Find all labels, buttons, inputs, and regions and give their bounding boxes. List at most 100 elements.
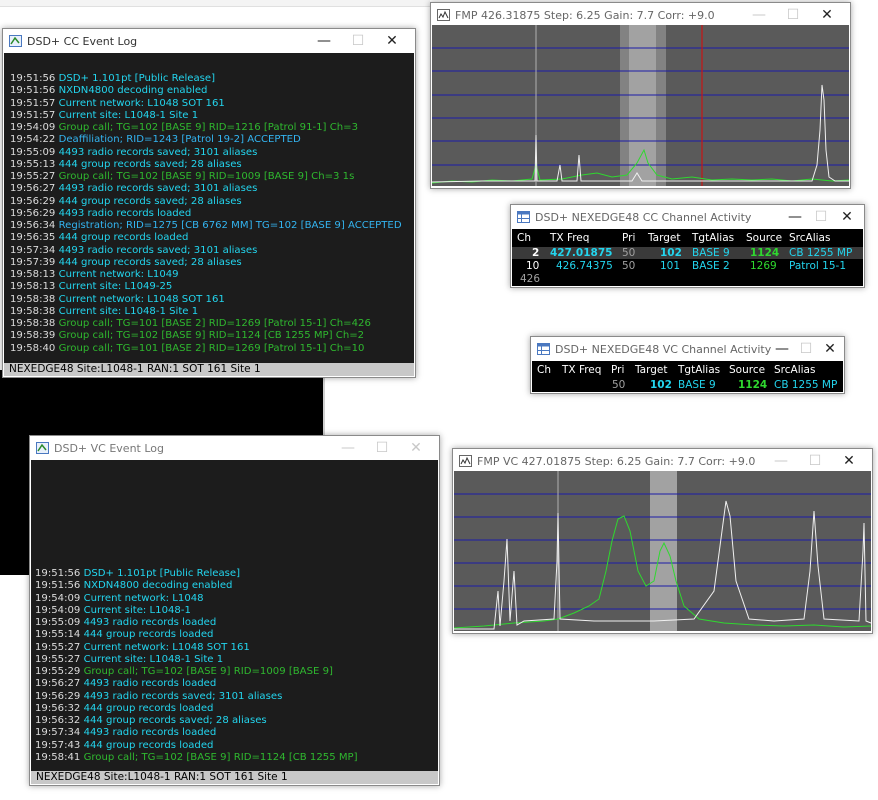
cc-event-log-window[interactable]: DSD+ CC Event Log — ☐ ✕ 19:51:56 DSD+ 1.10…	[2, 28, 416, 378]
cell-tx-freq: 427.01875	[550, 247, 613, 259]
minimize-button[interactable]: —	[770, 339, 794, 359]
maximize-button[interactable]: ☐	[776, 5, 810, 25]
log-timestamp: 19:55:13	[10, 158, 56, 170]
log-message: 4493 radio records loaded	[58, 207, 192, 219]
log-line: 19:54:09 Current network: L1048	[35, 593, 438, 605]
vc-channel-activity-window[interactable]: DSD+ NEXEDGE48 VC Channel Activity — ☐ ✕ C…	[530, 336, 845, 394]
table-row[interactable]: 426	[512, 273, 863, 285]
log-line: 19:58:13 Current network: L1049	[10, 269, 414, 281]
log-line: 19:58:38 Group call; TG=101 [BASE 2] RID…	[10, 318, 414, 330]
cell-target: 102	[660, 247, 682, 259]
log-message: Group call; TG=102 [BASE 9] RID=1124 [CB…	[58, 330, 365, 342]
log-message: Deaffiliation; RID=1243 [Patrol 19-2] AC…	[58, 134, 301, 146]
background-console	[0, 370, 31, 575]
app-icon	[36, 442, 49, 454]
log-timestamp: 19:51:57	[10, 97, 56, 109]
fmp-vc-titlebar[interactable]: FMP VC 427.01875 Step: 6.25 Gain: 7.7 Co…	[453, 449, 872, 473]
log-timestamp: 19:56:29	[10, 195, 56, 207]
col-pri: Pri	[622, 232, 636, 244]
cell-tgtalias: BASE 9	[678, 379, 716, 391]
log-timestamp: 19:55:29	[35, 666, 81, 677]
log-line: 19:51:57 Current network: L1048 SOT 161	[10, 98, 414, 110]
cell-ch: 2	[532, 247, 540, 259]
log-message: 4493 radio records saved; 3101 aliases	[58, 244, 258, 256]
log-timestamp: 19:56:29	[10, 207, 56, 219]
table-header: Ch TX Freq Pri Target TgtAlias Source Sr…	[532, 364, 843, 376]
maximize-button[interactable]: ☐	[808, 207, 834, 227]
log-message: 4493 radio records saved; 3101 aliases	[58, 146, 258, 158]
maximize-button[interactable]: ☐	[341, 31, 375, 51]
col-tx-freq: TX Freq	[550, 232, 590, 244]
col-srcalias: SrcAlias	[789, 232, 831, 244]
log-line: 19:56:27 4493 radio records loaded	[35, 678, 438, 690]
log-line: 19:51:56 NXDN4800 decoding enabled	[10, 85, 414, 97]
log-message: 4493 radio records loaded	[83, 678, 217, 690]
cc-event-log-titlebar[interactable]: DSD+ CC Event Log — ☐ ✕	[3, 29, 415, 53]
log-timestamp: 19:58:41	[35, 751, 81, 763]
minimize-button[interactable]: —	[782, 207, 808, 227]
close-button[interactable]: ✕	[810, 5, 844, 25]
log-timestamp: 19:51:56	[35, 580, 81, 592]
minimize-button[interactable]: —	[331, 438, 365, 458]
maximize-button[interactable]: ☐	[794, 339, 818, 359]
log-timestamp: 19:55:09	[10, 146, 56, 158]
vc-event-log-body: 19:51:56 DSD+ 1.101pt [Public Release] 19…	[31, 460, 438, 771]
log-timestamp: 19:56:35	[10, 232, 56, 244]
log-line: 19:55:27 Current network: L1048 SOT 161	[35, 642, 438, 654]
fmp-cc-window[interactable]: FMP 426.31875 Step: 6.25 Gain: 7.7 Corr:…	[430, 2, 851, 189]
log-line: 19:51:57 Current site: L1048-1 Site 1	[10, 110, 414, 122]
log-timestamp: 19:51:57	[10, 109, 56, 121]
log-line: 19:55:27 Current site: L1048-1 Site 1	[35, 654, 438, 666]
log-timestamp: 19:55:27	[35, 641, 81, 653]
close-button[interactable]: ✕	[818, 339, 842, 359]
log-message: Current site: L1048-1 Site 1	[83, 653, 224, 665]
grid-icon	[517, 211, 530, 223]
col-pri: Pri	[611, 364, 625, 376]
log-message: Registration; RID=1275 [CB 6762 MM] TG=1…	[58, 220, 402, 231]
vc-event-log-window[interactable]: DSD+ VC Event Log — ☐ ✕ 19:51:56 DSD+ 1.10…	[29, 435, 440, 786]
table-row[interactable]: 50 102 BASE 9 1124 CB 1255 MP	[532, 379, 843, 391]
minimize-button[interactable]: —	[764, 451, 798, 471]
log-line: 19:57:34 4493 radio records loaded	[35, 727, 438, 739]
log-message: DSD+ 1.101pt [Public Release]	[83, 568, 241, 579]
status-bar: NEXEDGE48 Site:L1048-1 RAN:1 SOT 161 Sit…	[4, 363, 414, 376]
log-line: 19:56:29 4493 radio records saved; 3101 …	[35, 691, 438, 703]
log-line: 19:54:09 Current site: L1048-1	[35, 605, 438, 617]
log-line: 19:55:09 4493 radio records saved; 3101 …	[10, 147, 414, 159]
log-line: 19:54:09 Group call; TG=102 [BASE 9] RID…	[10, 122, 414, 134]
maximize-button[interactable]: ☐	[365, 438, 399, 458]
minimize-button[interactable]: —	[307, 31, 341, 51]
cc-channel-activity-window[interactable]: DSD+ NEXEDGE48 CC Channel Activity — ☐ ✕ C…	[510, 204, 865, 288]
log-timestamp: 19:55:09	[35, 617, 81, 628]
minimize-button[interactable]: —	[742, 5, 776, 25]
table-row[interactable]: 2 427.01875 50 102 BASE 9 1124 CB 1255 M…	[512, 247, 863, 259]
log-line: 19:58:41 Group call; TG=102 [BASE 9] RID…	[35, 752, 438, 764]
vc-activity-titlebar[interactable]: DSD+ NEXEDGE48 VC Channel Activity — ☐ ✕	[531, 337, 844, 361]
close-button[interactable]: ✕	[832, 451, 866, 471]
close-button[interactable]: ✕	[834, 207, 860, 227]
log-message: 444 group records saved; 28 aliases	[58, 195, 242, 207]
log-line: 19:57:43 444 group records loaded	[35, 740, 438, 752]
log-timestamp: 19:56:27	[35, 678, 81, 690]
log-line: 19:58:13 Current site: L1049-25	[10, 281, 414, 293]
app-icon	[9, 35, 22, 47]
table-row[interactable]: 10 426.74375 50 101 BASE 2 1269 Patrol 1…	[512, 260, 863, 272]
maximize-button[interactable]: ☐	[798, 451, 832, 471]
log-message: 4493 radio records saved; 3101 aliases	[83, 690, 283, 702]
cc-activity-titlebar[interactable]: DSD+ NEXEDGE48 CC Channel Activity — ☐ ✕	[511, 205, 864, 229]
log-timestamp: 19:57:34	[35, 727, 81, 739]
background-window-edge	[323, 378, 325, 438]
close-button[interactable]: ✕	[375, 31, 409, 51]
log-timestamp: 19:55:27	[35, 653, 81, 665]
vc-event-log-titlebar[interactable]: DSD+ VC Event Log — ☐ ✕	[30, 436, 439, 460]
close-button[interactable]: ✕	[399, 438, 433, 458]
log-line: 19:51:56 DSD+ 1.101pt [Public Release]	[35, 568, 438, 580]
fmp-vc-window[interactable]: FMP VC 427.01875 Step: 6.25 Gain: 7.7 Co…	[452, 448, 873, 634]
log-message: Group call; TG=102 [BASE 9] RID=1009 [BA…	[83, 666, 333, 677]
fmp-cc-titlebar[interactable]: FMP 426.31875 Step: 6.25 Gain: 7.7 Corr:…	[431, 3, 850, 27]
log-timestamp: 19:56:32	[35, 702, 81, 714]
cell-target: 101	[660, 260, 681, 272]
log-timestamp: 19:56:29	[35, 690, 81, 702]
log-message: 4493 radio records loaded	[83, 727, 217, 739]
log-timestamp: 19:51:56	[35, 568, 81, 579]
